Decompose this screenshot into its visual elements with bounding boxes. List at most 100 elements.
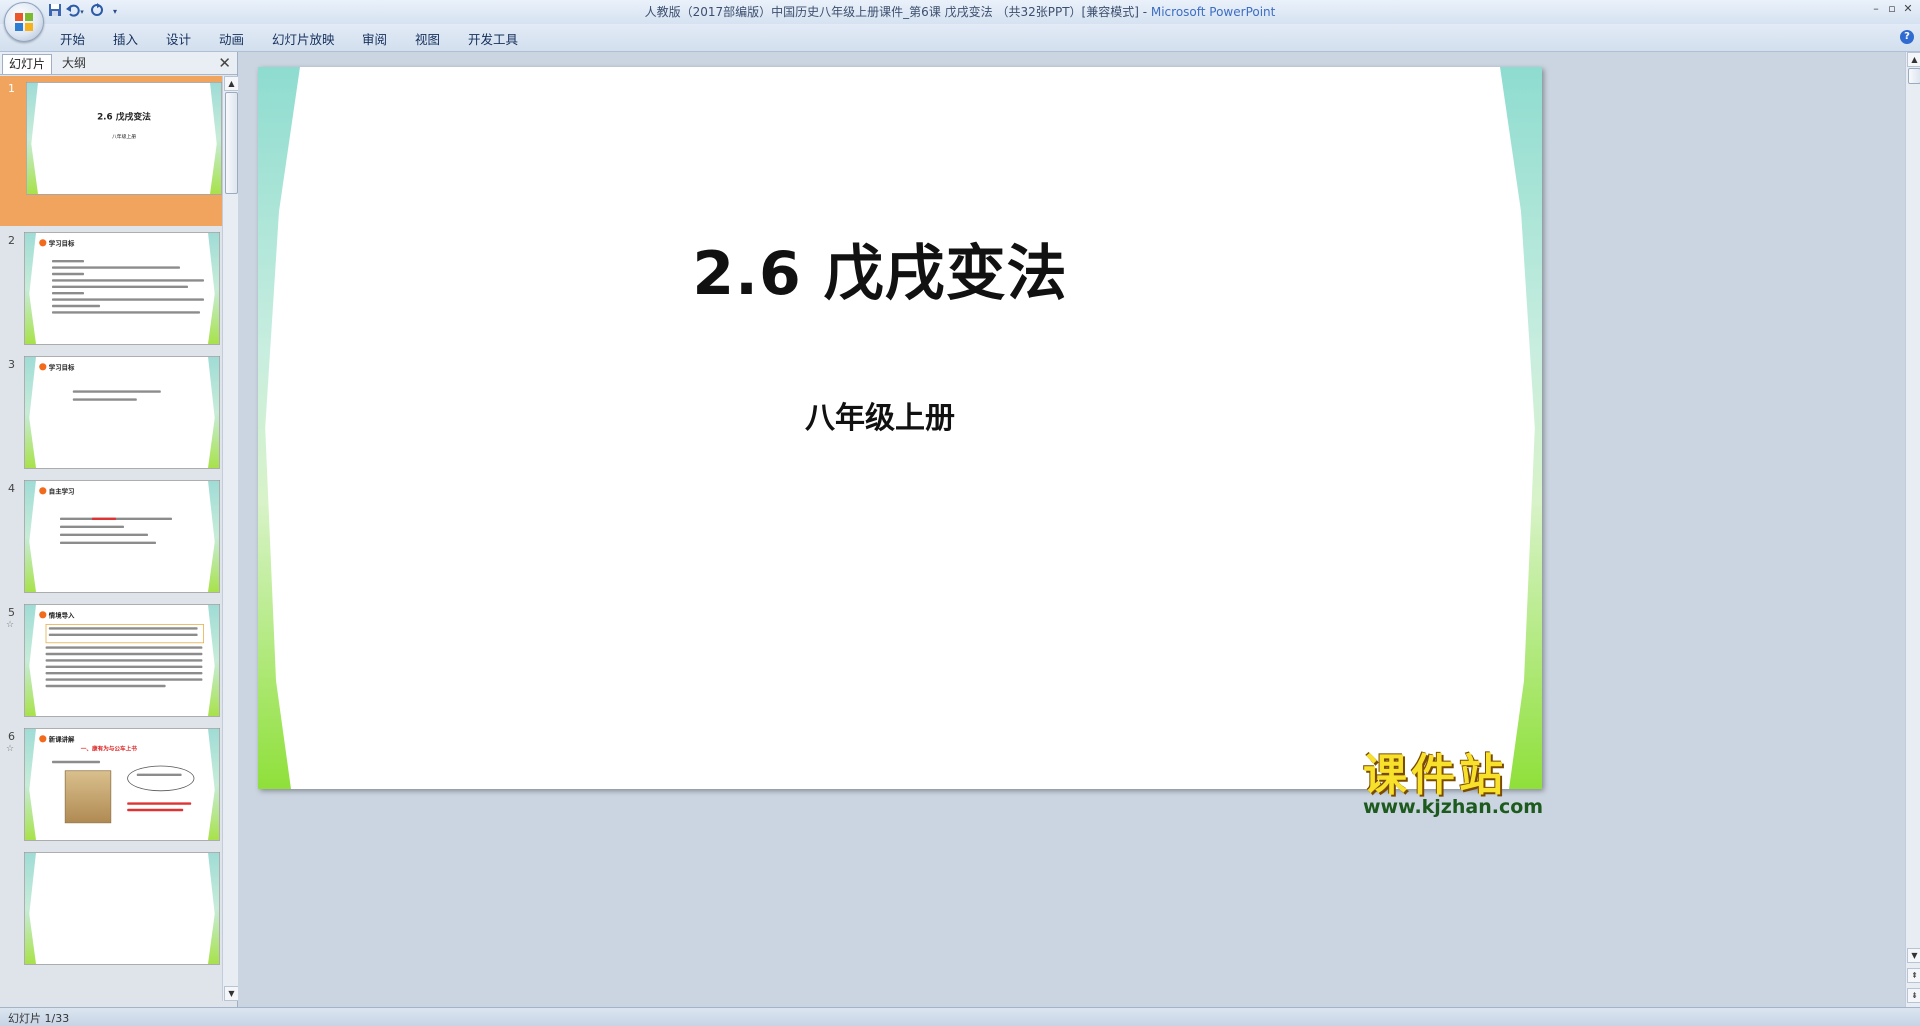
tab-slideshow[interactable]: 幻灯片放映: [272, 29, 335, 48]
thumbnail-preview: 情境导入: [24, 604, 220, 717]
app-name: Microsoft PowerPoint: [1150, 5, 1276, 19]
thumbnail-heading-text: 学习目标: [48, 240, 75, 248]
redo-icon[interactable]: [88, 3, 106, 21]
thumbnail-heading: 自主学习: [39, 487, 74, 496]
tab-view[interactable]: 视图: [415, 29, 440, 48]
save-icon[interactable]: [46, 3, 64, 21]
scroll-up-icon[interactable]: ▲: [224, 76, 239, 91]
slide-subtitle[interactable]: 八年级上册: [258, 393, 1502, 437]
thumbnail-heading: 新课讲解: [39, 735, 74, 744]
watermark-url: www.kjzhan.com: [1363, 796, 1544, 818]
thumbnail-number: 1: [8, 82, 15, 95]
tab-outline[interactable]: 大纲: [56, 54, 92, 73]
thumbnail-decoration-left: [24, 604, 36, 716]
thumbnail-preview: 新课讲解 一、康有为与公车上书: [24, 728, 220, 841]
thumbnail-subtitle: 八年级上册: [111, 134, 136, 140]
thumbnail-number: 5: [8, 606, 15, 619]
thumbnail-decoration-right: [208, 232, 220, 344]
close-icon[interactable]: ✕: [218, 54, 231, 72]
slide-counter: 幻灯片 1/33: [8, 1012, 70, 1025]
thumbnail-decoration-left: [24, 232, 36, 344]
heading-badge-icon: [39, 735, 47, 743]
text-line: [45, 652, 203, 656]
thumbnail-decoration-left: [24, 852, 36, 964]
scroll-thumb[interactable]: [225, 92, 238, 194]
illustration-image: [64, 770, 112, 824]
thumbnail-preview: [24, 852, 220, 965]
tab-insert[interactable]: 插入: [113, 29, 138, 48]
thumbnail-decoration-right: [208, 480, 220, 592]
highlight-line: [127, 802, 192, 805]
text-line: [60, 525, 124, 528]
scroll-thumb[interactable]: [1908, 68, 1920, 84]
slide-title[interactable]: 2.6 戊戌变法: [258, 225, 1502, 312]
thumbnail-preview: 学习目标: [24, 356, 220, 469]
current-slide[interactable]: 2.6 戊戌变法 八年级上册: [258, 67, 1542, 789]
slide-panel: 幻灯片 大纲 ✕ 1 2.6 戊戌变法 八年级上册 2 学习目标 3 学习目标 …: [0, 52, 239, 1007]
tab-home[interactable]: 开始: [60, 29, 85, 48]
dropdown-arrow-icon[interactable]: ▾: [110, 3, 120, 21]
help-icon[interactable]: ?: [1900, 30, 1914, 44]
text-line: [60, 533, 148, 536]
restore-icon[interactable]: ▫: [1884, 2, 1900, 16]
text-line: [45, 659, 203, 662]
editor-scrollbar[interactable]: ▲ ▼ ⇞ ⇟: [1905, 52, 1920, 1007]
thumbnail-title: 一、康有为与公车上书: [80, 745, 137, 752]
text-line: [52, 304, 100, 308]
highlight-line: [127, 808, 184, 812]
thumbnail-number: 3: [8, 358, 15, 371]
thumbnail-preview: 2.6 戊戌变法 八年级上册: [26, 82, 222, 195]
scroll-up-icon[interactable]: ▲: [1907, 52, 1920, 67]
title-separator: -: [1138, 5, 1151, 19]
text-line: [72, 398, 137, 401]
text-line: [52, 279, 204, 282]
speech-bubble: [127, 765, 195, 792]
previous-slide-icon[interactable]: ⇞: [1907, 968, 1920, 983]
next-slide-icon[interactable]: ⇟: [1907, 988, 1920, 1003]
thumbnail-heading: 学习目标: [39, 239, 74, 248]
text-line: [52, 285, 188, 288]
thumbnail-decoration-right: [208, 852, 220, 964]
thumbnail-decoration-left: [24, 480, 36, 592]
thumbnail-number: 4: [8, 482, 15, 495]
thumbnail-preview: 学习目标: [24, 232, 220, 345]
tab-developer[interactable]: 开发工具: [468, 29, 518, 48]
text-line: [45, 665, 203, 668]
heading-badge-icon: [39, 611, 47, 619]
office-logo-icon: [15, 13, 33, 31]
text-line: [52, 760, 100, 764]
slide-thumbnail-1[interactable]: 1 2.6 戊戌变法 八年级上册: [0, 76, 222, 226]
office-button[interactable]: [4, 2, 44, 42]
minimize-icon[interactable]: –: [1868, 2, 1884, 16]
tab-slides[interactable]: 幻灯片: [2, 54, 53, 74]
thumbnail-decoration-left: [24, 356, 36, 468]
thumbnail-heading: 情境导入: [39, 611, 74, 620]
text-line: [52, 298, 204, 301]
tab-animations[interactable]: 动画: [219, 29, 244, 48]
text-line: [45, 678, 203, 681]
thumbnail-heading: 学习目标: [39, 363, 74, 372]
tab-review[interactable]: 审阅: [362, 29, 387, 48]
animation-star-icon: ☆: [6, 620, 15, 630]
highlight-line: [92, 517, 116, 520]
heading-badge-icon: [39, 363, 47, 371]
animation-star-icon: ☆: [6, 744, 15, 754]
text-line: [52, 260, 84, 263]
undo-dropdown-icon[interactable]: ▾: [78, 3, 86, 21]
slide-thumbnail-7[interactable]: [0, 848, 222, 998]
heading-badge-icon: [39, 239, 47, 247]
thumbnail-preview: 自主学习: [24, 480, 220, 593]
panel-tabs: 幻灯片 大纲 ✕: [0, 52, 237, 75]
text-line: [45, 646, 203, 649]
scroll-down-icon[interactable]: ▼: [224, 986, 239, 1001]
tab-design[interactable]: 设计: [166, 29, 191, 48]
status-bar: 幻灯片 1/33: [0, 1007, 1920, 1026]
scroll-down-icon[interactable]: ▼: [1907, 948, 1920, 963]
thumbnail-decoration-right: [208, 728, 220, 840]
thumbnail-heading-text: 自主学习: [48, 488, 75, 496]
thumbnail-title: 2.6 戊戌变法: [97, 111, 151, 122]
panel-scrollbar[interactable]: ▲ ▼: [222, 76, 239, 1001]
thumbnail-number: 2: [8, 234, 15, 247]
thumbnail-heading-text: 新课讲解: [48, 736, 75, 744]
close-window-icon[interactable]: ✕: [1900, 2, 1916, 16]
